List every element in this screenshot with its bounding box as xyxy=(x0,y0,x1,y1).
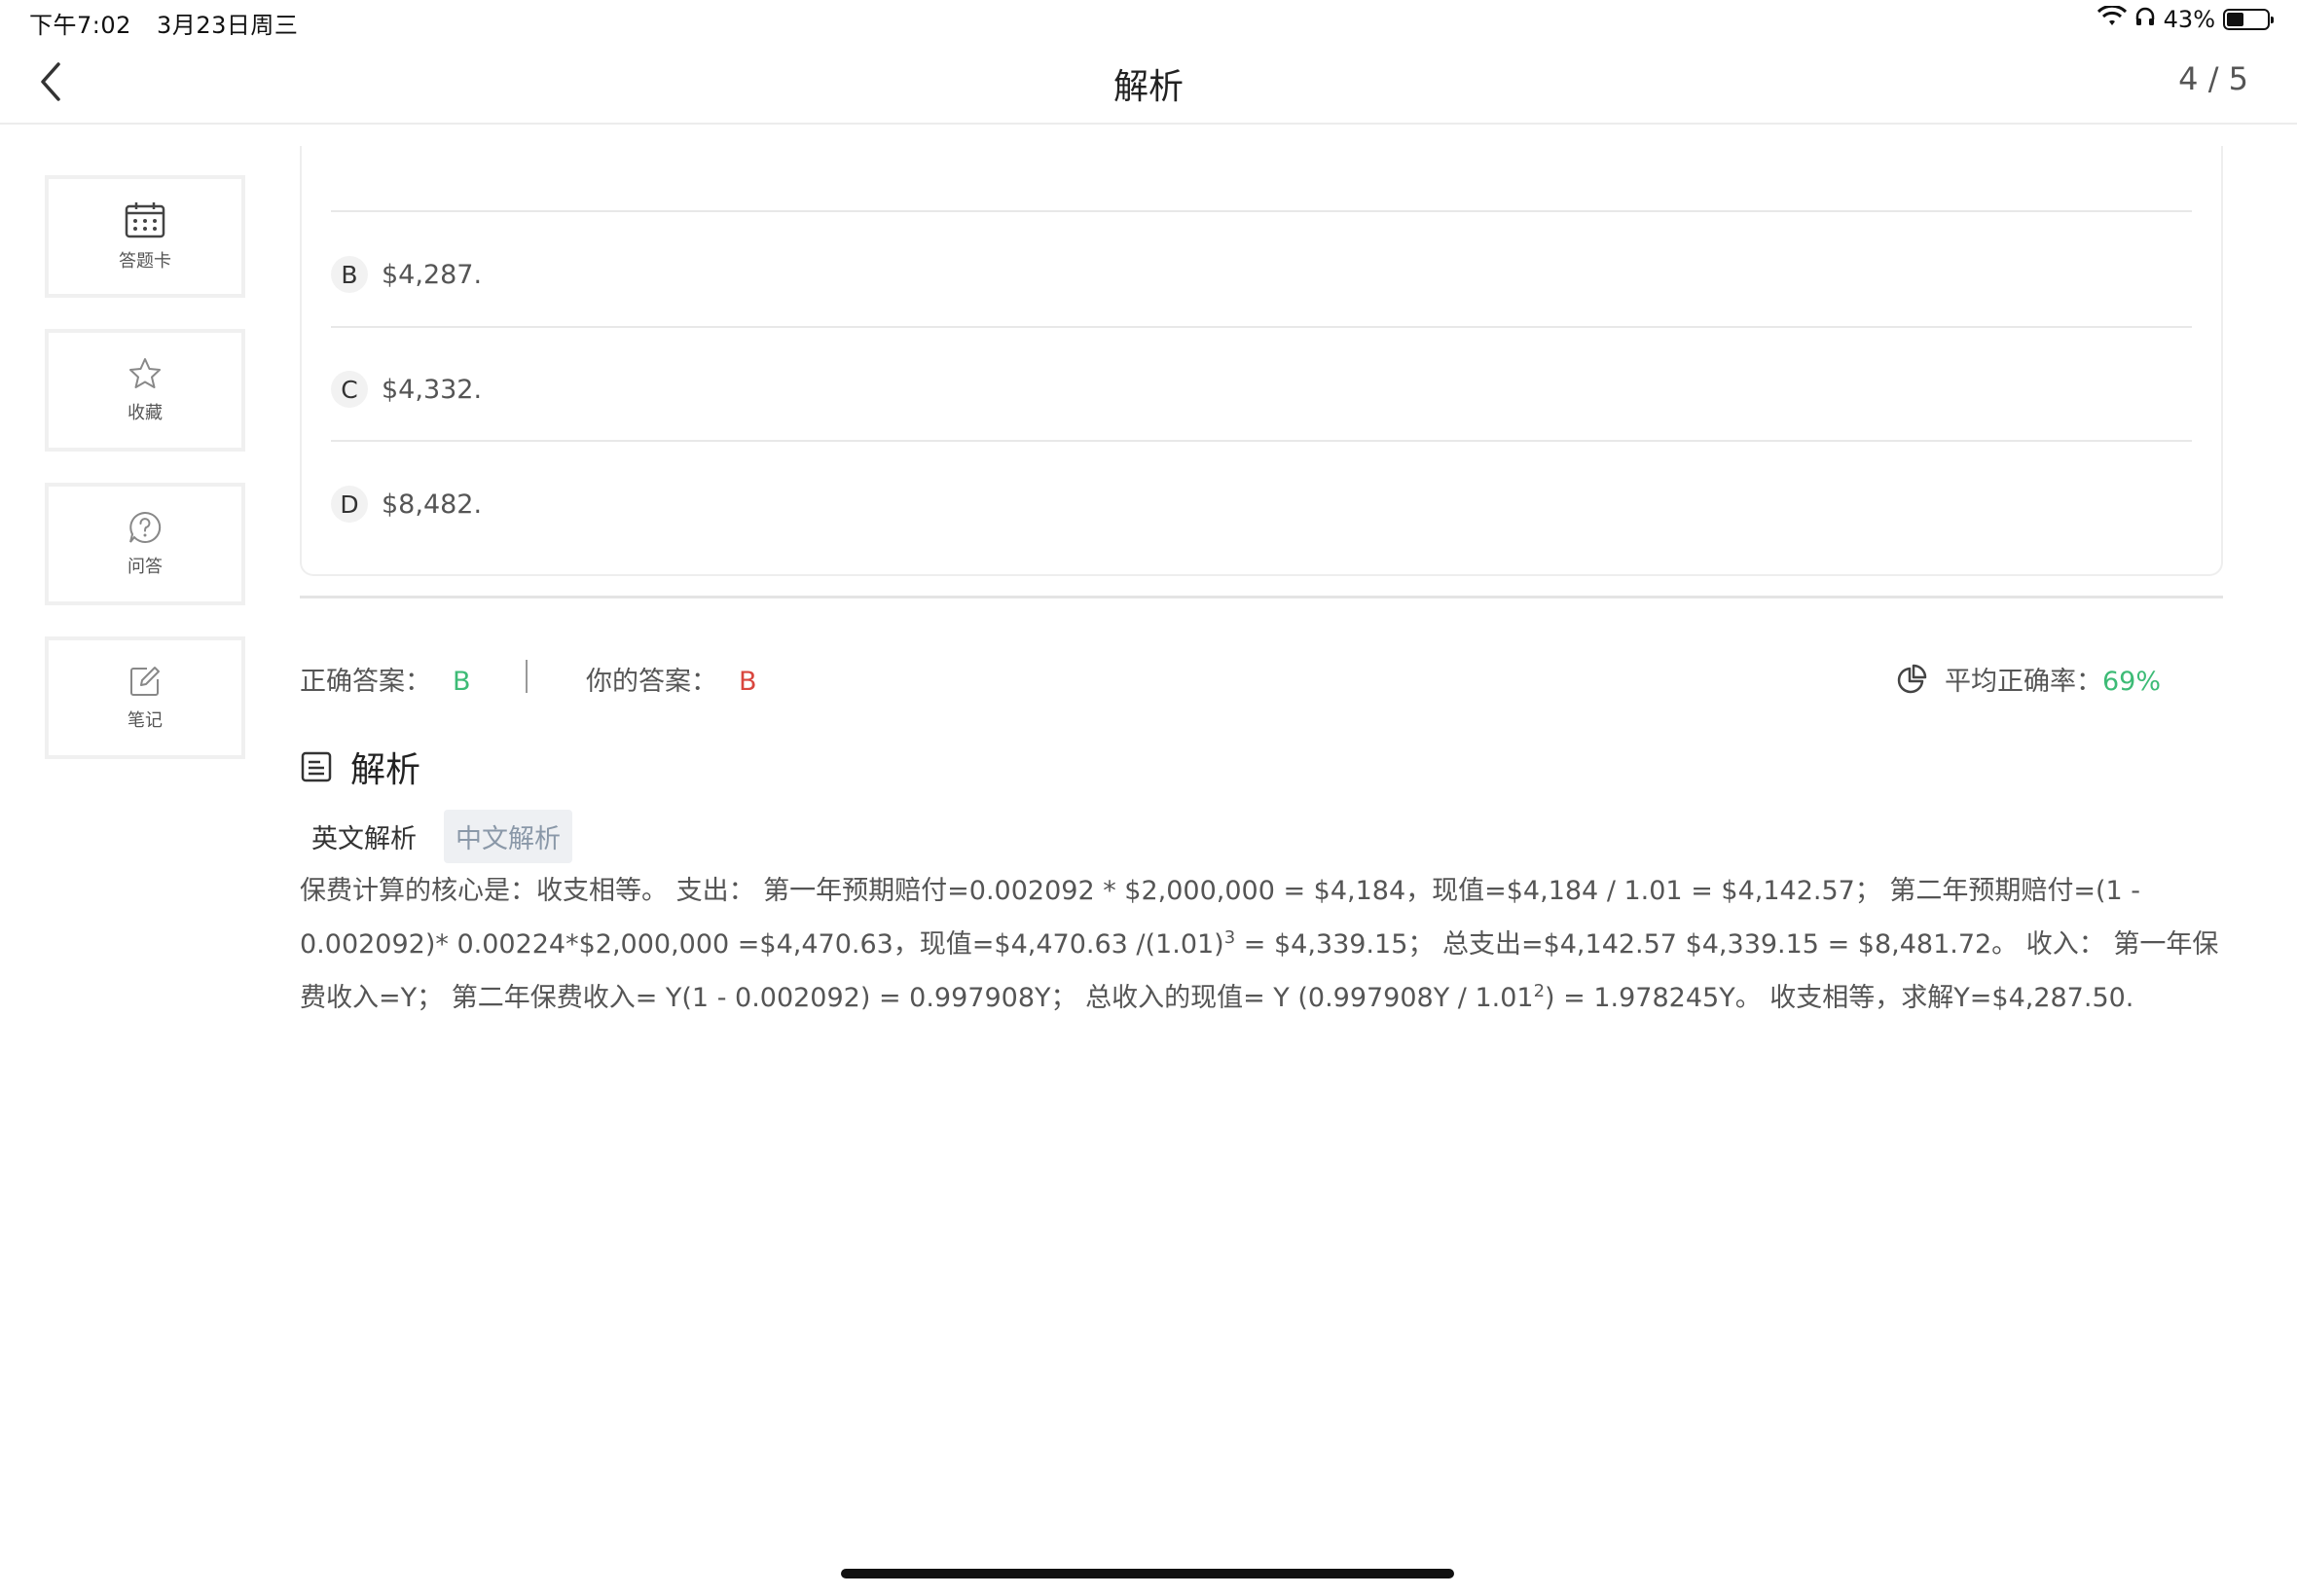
explanation-title: 解析 xyxy=(350,750,421,790)
accuracy-label: 平均正确率： xyxy=(1945,667,2102,697)
explanation-text-3: ) = 1.978245Y。 收支相等，求解Y=$4,287.50. xyxy=(1545,983,2134,1013)
answer-card-button[interactable]: 答题卡 xyxy=(45,175,245,298)
pie-chart-icon xyxy=(1897,664,1927,693)
option-divider xyxy=(331,210,2192,212)
option-text: $8,482. xyxy=(382,489,483,520)
status-bar-left: 下午7:02 3月23日周三 xyxy=(29,6,315,40)
page-title: 解析 xyxy=(1112,67,1184,107)
option-b[interactable]: B $4,287. xyxy=(331,256,482,293)
battery-fill xyxy=(2227,13,2243,26)
question-icon xyxy=(129,511,162,543)
star-icon xyxy=(129,358,161,388)
favorite-label: 收藏 xyxy=(128,403,163,423)
answer-card-label: 答题卡 xyxy=(119,251,171,272)
headphones-icon xyxy=(2134,6,2156,33)
accuracy-value: 69% xyxy=(2102,667,2162,697)
explanation-tabs: 英文解析 中文解析 xyxy=(300,810,572,863)
nav-bar: 解析 4 / 5 xyxy=(0,41,2297,125)
wifi-icon xyxy=(2096,4,2127,33)
tab-english[interactable]: 英文解析 xyxy=(300,810,428,863)
tab-chinese[interactable]: 中文解析 xyxy=(444,810,572,863)
average-accuracy: 平均正确率：69% xyxy=(1896,660,2161,698)
option-d[interactable]: D $8,482. xyxy=(331,486,482,523)
document-icon xyxy=(301,751,332,782)
answer-divider xyxy=(526,660,528,693)
explanation-sup-2: 2 xyxy=(1533,981,1546,1001)
option-text: $4,287. xyxy=(382,259,483,290)
correct-answer-label: 正确答案： xyxy=(300,667,431,697)
section-divider xyxy=(300,596,2223,598)
answer-card-icon xyxy=(125,202,165,238)
note-button[interactable]: 笔记 xyxy=(45,636,245,759)
your-answer: 你的答案： B xyxy=(586,660,757,698)
option-divider xyxy=(331,440,2192,442)
question-counter: 4 / 5 xyxy=(2178,60,2248,97)
note-label: 笔记 xyxy=(128,710,163,731)
battery-icon xyxy=(2223,9,2274,30)
option-c[interactable]: C $4,332. xyxy=(331,371,482,408)
your-answer-label: 你的答案： xyxy=(586,667,717,697)
your-answer-value: B xyxy=(739,667,757,697)
option-letter: B xyxy=(331,256,368,293)
option-text: $4,332. xyxy=(382,374,483,405)
qa-button[interactable]: 问答 xyxy=(45,483,245,605)
status-date: 3月23日周三 xyxy=(157,12,299,39)
home-indicator[interactable] xyxy=(841,1569,1454,1578)
note-edit-icon xyxy=(130,667,160,696)
explanation-body: 保费计算的核心是：收支相等。 支出： 第一年预期赔付=0.002092 * $2… xyxy=(300,868,2237,1022)
status-time: 下午7:02 xyxy=(29,12,131,39)
status-bar-right: 43% xyxy=(2096,4,2274,33)
correct-answer-value: B xyxy=(453,667,471,697)
qa-label: 问答 xyxy=(128,557,163,577)
explanation-sup-1: 3 xyxy=(1223,927,1236,948)
correct-answer: 正确答案： B xyxy=(300,660,471,698)
option-divider xyxy=(331,326,2192,328)
battery-percent: 43% xyxy=(2163,6,2215,33)
favorite-button[interactable]: 收藏 xyxy=(45,329,245,452)
option-letter: D xyxy=(331,486,368,523)
explanation-header: 解析 xyxy=(300,742,420,792)
option-letter: C xyxy=(331,371,368,408)
